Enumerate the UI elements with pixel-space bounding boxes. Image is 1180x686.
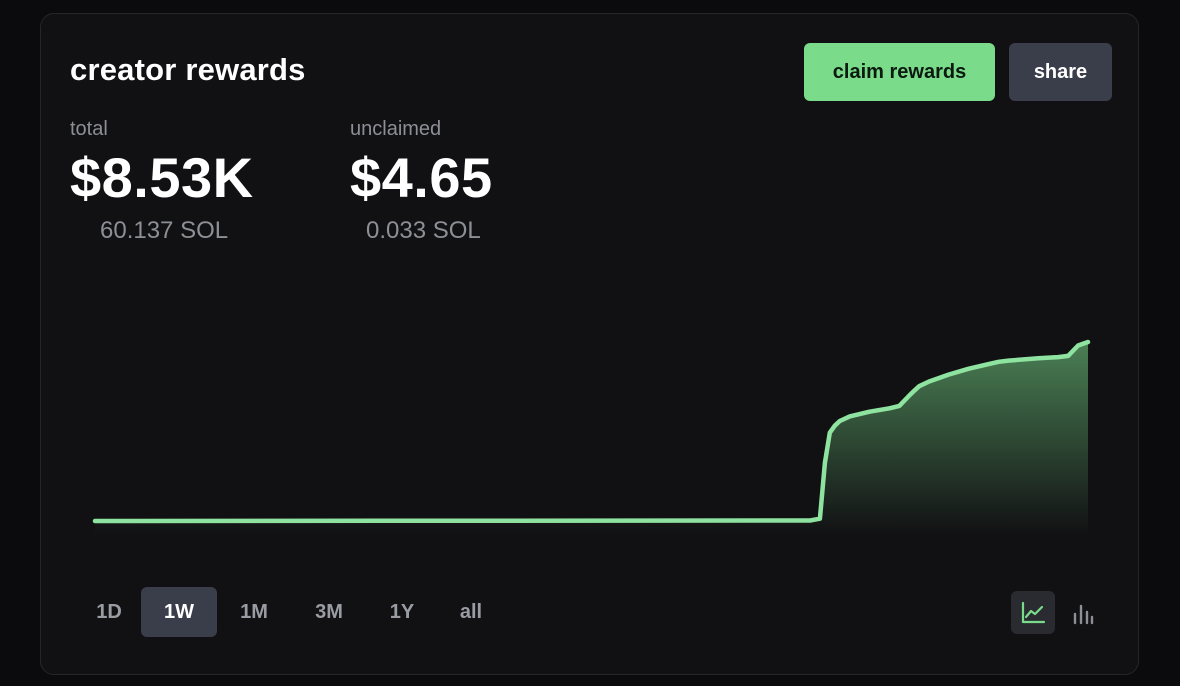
bar-chart-view-button[interactable] (1065, 591, 1101, 634)
line-chart-view-button[interactable] (1011, 591, 1055, 634)
range-button-1y[interactable]: 1Y (367, 587, 437, 637)
time-range-selector: 1D 1W 1M 3M 1Y all (77, 587, 505, 637)
bar-chart-icon (1073, 604, 1094, 624)
range-button-1d[interactable]: 1D (77, 587, 141, 637)
chart-area-fill (95, 342, 1088, 535)
rewards-chart[interactable] (41, 14, 1140, 574)
range-button-1m[interactable]: 1M (217, 587, 291, 637)
creator-rewards-card: creator rewards claim rewards share tota… (40, 13, 1139, 675)
range-button-3m[interactable]: 3M (291, 587, 367, 637)
range-button-1w[interactable]: 1W (141, 587, 217, 637)
range-button-all[interactable]: all (437, 587, 505, 637)
line-chart-icon (1021, 601, 1046, 623)
